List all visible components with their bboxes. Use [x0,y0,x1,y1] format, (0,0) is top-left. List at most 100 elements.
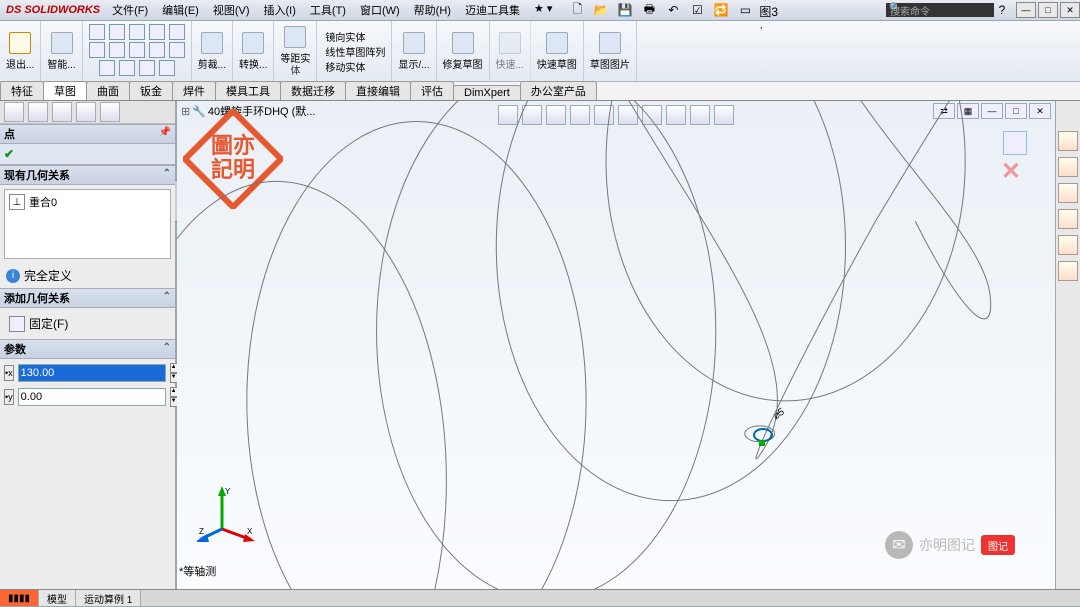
line-icon[interactable] [89,24,105,40]
quick-button[interactable]: 快速... [490,21,531,81]
command-tabs: 特征 草图 曲面 钣金 焊件 模具工具 数据迁移 直接编辑 评估 DimXper… [0,82,1080,101]
ellipse-icon[interactable] [129,42,145,58]
misc1-icon[interactable] [139,60,155,76]
transform-group: 镜向实体 线性草图阵列 移动实体 [317,21,392,81]
text-icon[interactable] [169,24,185,40]
svg-text:Y: Y [225,487,231,496]
tab-mold[interactable]: 模具工具 [215,81,281,100]
menu-insert[interactable]: 插入(I) [258,1,302,19]
trim-icon [201,32,223,54]
param-y-label: •y [4,389,14,405]
offset-icon [284,26,306,48]
arc-icon[interactable] [129,24,145,40]
tab-weldment[interactable]: 焊件 [172,81,216,100]
qat-rebuild-icon[interactable]: 🔁 [710,0,732,20]
graphics-viewport[interactable]: ⊞ 🔧 40螺旋手环DHQ (默... ⇄ ▦ — □ ✕ ✕ [177,101,1055,589]
menu-edit[interactable]: 编辑(E) [156,1,205,19]
poly-icon[interactable] [99,60,115,76]
trim-button[interactable]: 剪裁... [192,21,233,81]
search-area: 🔍搜索命令 ? — □ ✕ [886,2,1080,18]
treetab-pm-icon[interactable] [28,102,48,122]
task-appear-icon[interactable] [1058,235,1078,255]
feature-tree-tabs [0,101,175,124]
qat-select-icon[interactable]: ▭ [734,0,756,20]
sketch-point[interactable] [753,428,773,442]
collapse3-icon[interactable]: ⌃ [163,342,171,353]
btab-handle[interactable]: ▮▮▮▮ [0,590,39,606]
tab-data[interactable]: 数据迁移 [280,81,346,100]
repair-button[interactable]: 修复草图 [437,21,490,81]
convert-button[interactable]: 转换... [233,21,274,81]
fillet-icon[interactable] [149,42,165,58]
smart-dim-icon [51,32,73,54]
param-x-input[interactable] [18,364,166,382]
win-max-button[interactable]: □ [1038,2,1058,18]
exit-sketch-button[interactable]: 退出... [0,21,41,81]
qat-options-icon[interactable]: ☑ [686,0,708,20]
point-icon[interactable] [169,42,185,58]
slot-icon[interactable] [109,42,125,58]
fix-icon [9,316,25,332]
help-icon[interactable]: ? [994,3,1010,17]
menu-plugin[interactable]: 迈迪工具集 [459,1,526,19]
smart-dimension-button[interactable]: 智能... [41,21,82,81]
relation-item: ⊥重合0 [9,194,166,210]
qat-undo-icon[interactable]: ↶ [662,0,684,20]
rapid-icon [546,32,568,54]
param-y-input[interactable] [18,388,166,406]
treetab-feature-icon[interactable] [4,102,24,122]
tab-sheetmetal[interactable]: 钣金 [129,81,173,100]
search-input[interactable]: 🔍搜索命令 [886,3,994,17]
relations-list[interactable]: ⊥重合0 [4,189,171,259]
collapse-icon[interactable]: ⌃ [163,168,171,179]
rect-icon[interactable] [89,42,105,58]
task-lib-icon[interactable] [1058,157,1078,177]
insertpic-button[interactable]: 草图图片 [584,21,637,81]
menu-window[interactable]: 窗口(W) [354,1,406,19]
treetab-display-icon[interactable] [100,102,120,122]
menu-help[interactable]: 帮助(H) [408,1,457,19]
collapse2-icon[interactable]: ⌃ [163,291,171,302]
menu-dropdown-icon[interactable]: ★ ▾ [528,1,558,19]
rapid-button[interactable]: 快速草图 [531,21,584,81]
qat-print-icon[interactable]: 🖶 [638,0,660,20]
exit-sketch-icon [9,32,31,54]
win-min-button[interactable]: — [1016,2,1036,18]
menu-tools[interactable]: 工具(T) [304,1,352,19]
sketch-tools-group [83,21,192,81]
task-view-icon[interactable] [1058,209,1078,229]
treetab-config-icon[interactable] [52,102,72,122]
tab-direct[interactable]: 直接编辑 [345,81,411,100]
btab-motion[interactable]: 运动算例 1 [76,590,141,606]
show-button[interactable]: 显示/... [392,21,436,81]
spline-icon[interactable] [149,24,165,40]
tab-sketch[interactable]: 草图 [43,81,87,100]
view-triad[interactable]: YXZ [197,484,257,544]
tab-dimxpert[interactable]: DimXpert [453,85,521,100]
qat-doc-dropdown[interactable]: 草图3 · [758,0,780,20]
btab-model[interactable]: 模型 [39,590,76,606]
task-explorer-icon[interactable] [1058,183,1078,203]
menu-file[interactable]: 文件(F) [106,1,154,19]
qat-save-icon[interactable]: 💾 [614,0,636,20]
pin-icon[interactable]: 📌 [159,127,171,138]
win-close-button[interactable]: ✕ [1060,2,1080,18]
treetab-dim-icon[interactable] [76,102,96,122]
menu-view[interactable]: 视图(V) [207,1,256,19]
misc2-icon[interactable] [159,60,175,76]
tab-evaluate[interactable]: 评估 [410,81,454,100]
tab-features[interactable]: 特征 [0,81,44,100]
ok-button[interactable]: ✔ [4,147,14,161]
offset-button[interactable]: 等距实体 [274,21,317,81]
qat-new-icon[interactable]: 🗋 [566,0,588,20]
centerline-icon[interactable] [119,60,135,76]
quick-icon [499,32,521,54]
param-x-label: •x [4,365,14,381]
qat-open-icon[interactable]: 📂 [590,0,612,20]
tab-office[interactable]: 办公室产品 [520,81,597,100]
tab-surface[interactable]: 曲面 [86,81,130,100]
circle-icon[interactable] [109,24,125,40]
fix-relation-button[interactable]: 固定(F) [4,312,171,335]
task-home-icon[interactable] [1058,131,1078,151]
task-prop-icon[interactable] [1058,261,1078,281]
